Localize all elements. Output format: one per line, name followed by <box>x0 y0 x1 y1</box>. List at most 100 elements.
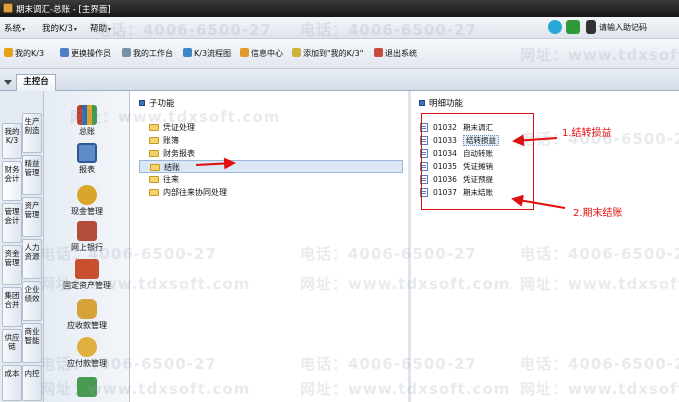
annotation-period-close: 2.期末结账 <box>573 208 623 219</box>
vtab-enterprise-performance[interactable]: 企业绩效 <box>22 281 42 321</box>
bank-icon <box>77 221 97 241</box>
money-bag-icon <box>77 299 97 319</box>
help-code-icon <box>586 20 596 34</box>
highlight-box <box>421 113 534 210</box>
toolbar-add-favorite-button[interactable]: 添加到"我的K/3" <box>292 48 363 59</box>
tab-strip: 主控台 <box>0 69 679 91</box>
menu-help[interactable]: 帮助▾ <box>90 22 111 34</box>
refresh-icon[interactable] <box>548 20 562 34</box>
menu-help-label: 帮助 <box>90 24 108 34</box>
app-icon <box>3 3 13 13</box>
module-payables[interactable]: 应付款管理 <box>44 337 130 369</box>
toolbar-exit-label: 退出系统 <box>385 49 417 58</box>
truck-icon <box>75 259 99 279</box>
toolbar-switch-user-label: 更换操作员 <box>71 49 111 58</box>
tree-item-label: 账簿 <box>163 136 179 145</box>
toolbar: 我的K/3 更换操作员 我的工作台 K/3流程图 信息中心 添加到"我的K/3"… <box>0 39 679 69</box>
tree-item-voucher[interactable]: 凭证处理 <box>149 121 195 134</box>
tree-item-internal-accounts[interactable]: 内部往来协同处理 <box>149 186 227 199</box>
tab-dropdown-icon[interactable] <box>4 80 12 85</box>
message-icon <box>240 48 249 57</box>
menu-my-k3-label: 我的K/3 <box>42 24 73 34</box>
toolbar-flowchart-button[interactable]: K/3流程图 <box>183 48 231 59</box>
module-label: 网上银行 <box>71 243 103 252</box>
tree-item-books[interactable]: 账簿 <box>149 134 179 147</box>
toolbar-message-center-button[interactable]: 信息中心 <box>240 48 283 59</box>
vtab-my-k3[interactable]: 我的K/3 <box>2 123 22 159</box>
vtab-financial-accounting[interactable]: 财务会计 <box>2 161 22 201</box>
category-tabs: 我的K/3 财务会计 管理会计 资金管理 集团合并 供应链 成本 生产制造 精益… <box>0 91 44 402</box>
detail-header-label: 明细功能 <box>429 99 464 109</box>
vtab-group-consolidation[interactable]: 集团合并 <box>2 287 22 327</box>
folder-icon <box>149 137 159 144</box>
tree-item-closing[interactable]: 结账 <box>139 160 403 173</box>
workbench-icon <box>122 48 131 57</box>
toolbar-flowchart-label: K/3流程图 <box>194 49 232 58</box>
vtab-management-accounting[interactable]: 管理会计 <box>2 203 22 243</box>
vtab-cost[interactable]: 成本 <box>2 365 22 401</box>
folder-icon <box>149 189 159 196</box>
help-code-input[interactable]: 请输入助记码 <box>599 22 647 33</box>
vtab-fund-management[interactable]: 资金管理 <box>2 245 22 285</box>
menu-system[interactable]: 系统▾ <box>4 22 25 34</box>
tree-item-current-accounts[interactable]: 往来 <box>149 173 179 186</box>
subfunction-header: 子功能 <box>131 97 175 109</box>
add-favorite-icon <box>292 48 301 57</box>
tab-main-console[interactable]: 主控台 <box>16 74 56 91</box>
module-cash-management[interactable]: 现金管理 <box>44 185 130 217</box>
ledger-books-icon <box>77 105 97 125</box>
subfunction-panel: 子功能 凭证处理 账簿 财务报表 结账 往来 内部往来协同处理 <box>131 91 408 402</box>
vtab-production[interactable]: 生产制造 <box>22 113 42 153</box>
toolbar-add-favorite-label: 添加到"我的K/3" <box>303 49 364 58</box>
menu-my-k3[interactable]: 我的K/3▾ <box>42 22 77 34</box>
module-label: 固定资产管理 <box>63 281 111 290</box>
vtab-asset-management[interactable]: 资产管理 <box>22 197 42 237</box>
tree-item-label: 凭证处理 <box>163 123 195 132</box>
menu-system-chevron-icon: ▾ <box>22 26 26 33</box>
module-online-banking[interactable]: 网上银行 <box>44 221 130 253</box>
menu-my-k3-chevron-icon: ▾ <box>73 26 77 33</box>
folder-icon <box>149 150 159 157</box>
payment-icon <box>77 337 97 357</box>
tree-item-label: 结账 <box>164 163 180 172</box>
menu-help-chevron-icon: ▾ <box>108 26 112 33</box>
module-label: 应收款管理 <box>67 321 107 330</box>
annotation-transfer-pl: 1.结转损益 <box>562 128 612 139</box>
toolbar-exit-button[interactable]: 退出系统 <box>374 48 417 59</box>
menu-bar: 系统▾ 我的K/3▾ 帮助▾ 请输入助记码 <box>0 17 679 39</box>
user-switch-icon <box>60 48 69 57</box>
toolbar-workbench-button[interactable]: 我的工作台 <box>122 48 173 59</box>
module-list: 总账 报表 现金管理 网上银行 固定资产管理 应收款管理 应付款管理 <box>44 91 130 402</box>
tree-item-label: 往来 <box>163 175 179 184</box>
module-label: 总账 <box>79 127 95 136</box>
module-reports[interactable]: 报表 <box>44 143 130 175</box>
module-more[interactable] <box>44 377 130 397</box>
detail-header: 明细功能 <box>411 97 463 109</box>
vtab-internal-control[interactable]: 内控 <box>22 365 42 401</box>
subfunction-header-label: 子功能 <box>149 99 175 109</box>
vtab-supply-chain[interactable]: 供应链 <box>2 329 22 363</box>
toolbar-my-k3-button[interactable]: 我的K/3 <box>4 48 44 59</box>
toolbar-switch-user-button[interactable]: 更换操作员 <box>60 48 111 59</box>
report-icon <box>77 143 97 163</box>
vtab-human-resources[interactable]: 人力资源 <box>22 239 42 279</box>
module-label: 应付款管理 <box>67 359 107 368</box>
star-icon <box>4 48 13 57</box>
app-window: 期末调汇-总账 - [主界面] 系统▾ 我的K/3▾ 帮助▾ 请输入助记码 我的… <box>0 0 679 402</box>
panel-bullet-icon <box>419 100 425 106</box>
vtab-lean-management[interactable]: 精益管理 <box>22 155 42 195</box>
module-receivables[interactable]: 应收款管理 <box>44 299 130 331</box>
tree-item-financial-reports[interactable]: 财务报表 <box>149 147 195 160</box>
document-stack-icon <box>77 377 97 397</box>
toolbar-my-k3-label: 我的K/3 <box>15 49 45 58</box>
panel-bullet-icon <box>139 100 145 106</box>
title-bar: 期末调汇-总账 - [主界面] <box>0 0 679 17</box>
online-status-icon[interactable] <box>566 20 580 34</box>
vtab-business-intelligence[interactable]: 商业智能 <box>22 323 42 363</box>
toolbar-message-center-label: 信息中心 <box>251 49 283 58</box>
module-label: 现金管理 <box>71 207 103 216</box>
menu-system-label: 系统 <box>4 24 22 34</box>
module-general-ledger[interactable]: 总账 <box>44 105 130 137</box>
coins-icon <box>77 185 97 205</box>
module-fixed-assets[interactable]: 固定资产管理 <box>44 259 130 291</box>
